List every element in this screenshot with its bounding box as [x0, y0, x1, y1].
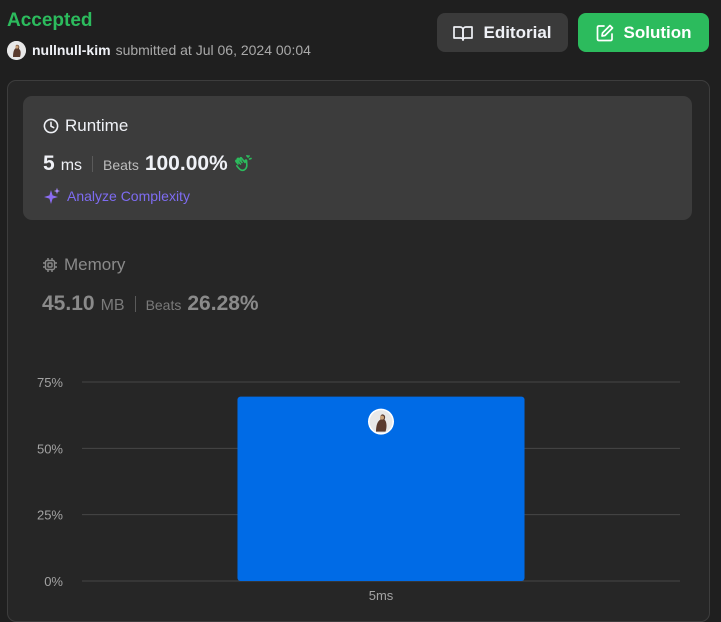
y-tick-label: 25%	[37, 508, 63, 523]
y-tick-label: 50%	[37, 441, 63, 456]
x-tick-label: 5ms	[369, 588, 394, 603]
y-tick-label: 75%	[37, 375, 63, 390]
avatar-marker[interactable]	[368, 408, 394, 435]
y-tick-label: 0%	[44, 574, 63, 589]
runtime-distribution-chart: 0% 25% 50% 75% 5ms	[37, 375, 680, 603]
